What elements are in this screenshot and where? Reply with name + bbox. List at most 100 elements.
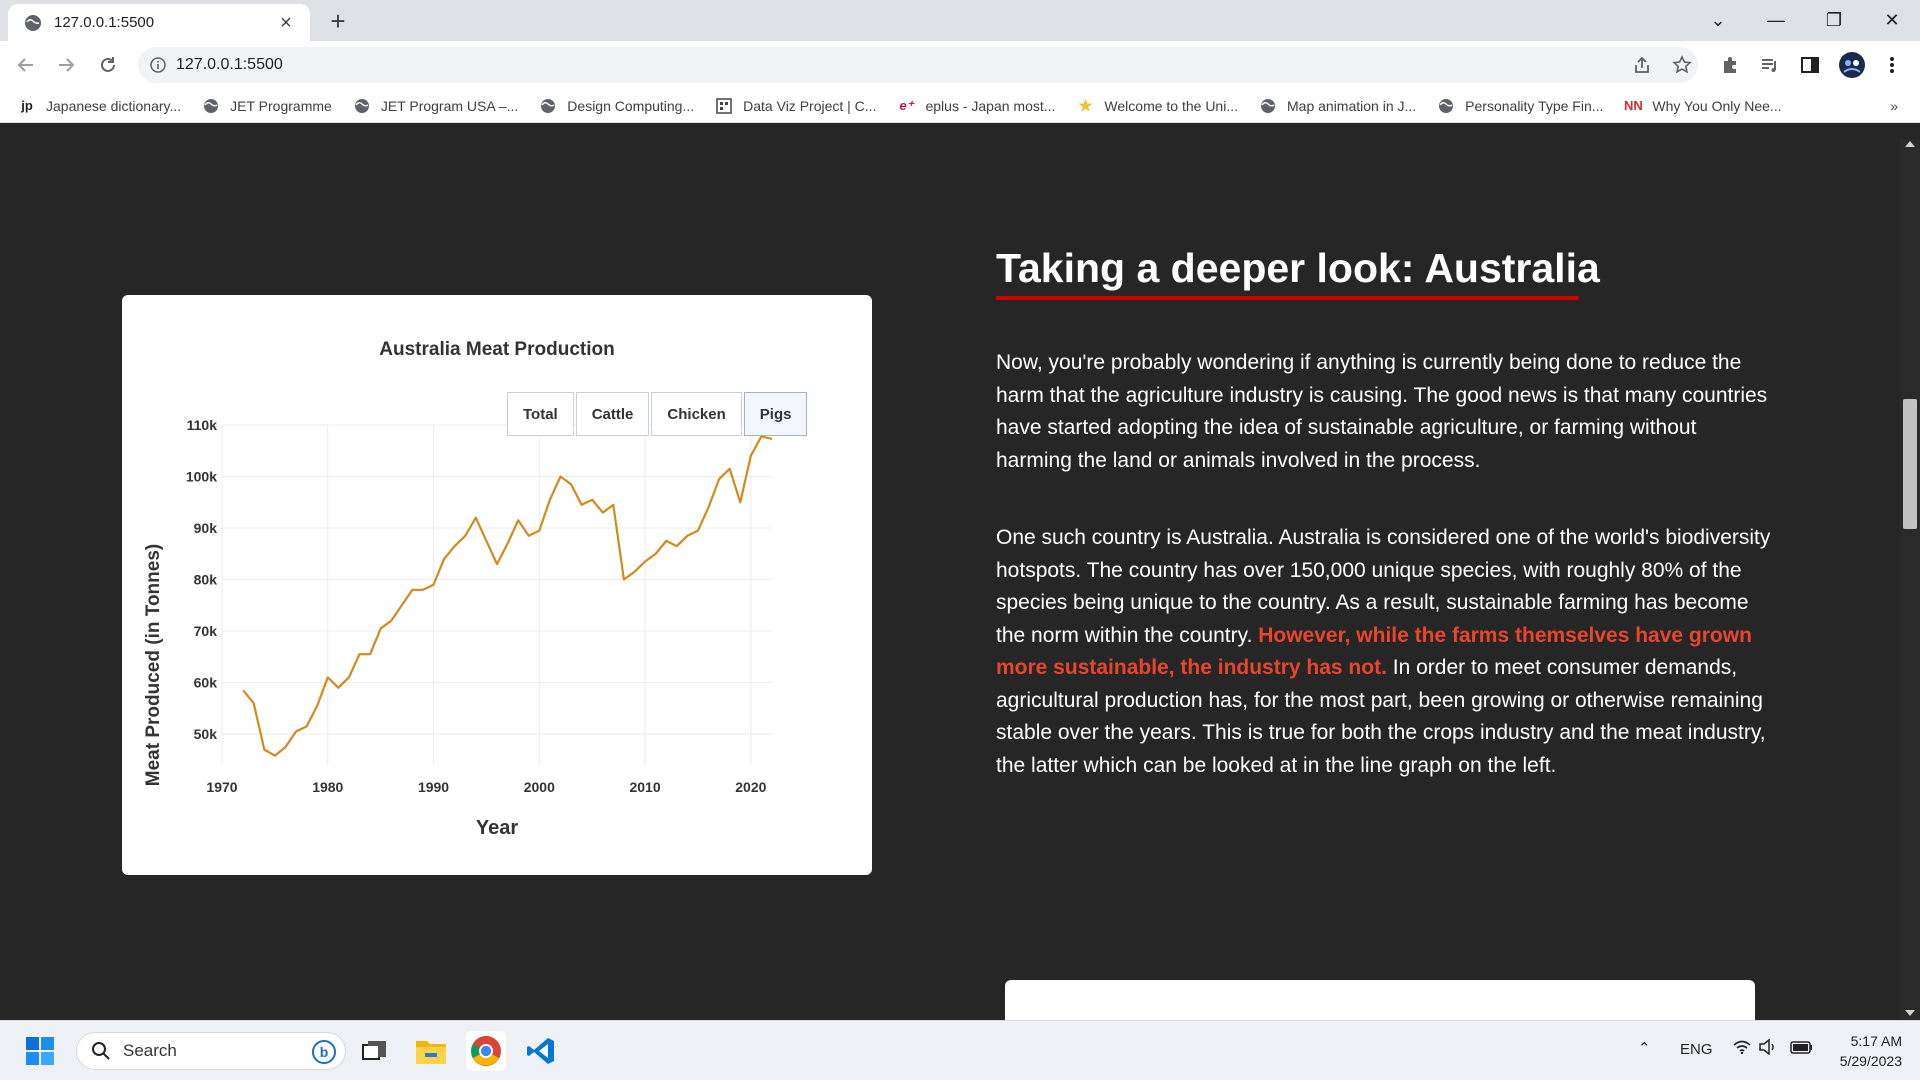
vscode-icon[interactable] [521, 1031, 561, 1071]
globe-icon [353, 97, 371, 115]
clock-time: 5:17 AM [1850, 1033, 1902, 1049]
clock-date: 5/29/2023 [1839, 1053, 1902, 1069]
reload-icon[interactable] [92, 49, 124, 81]
bookmark-label: JET Programme [230, 97, 332, 114]
svg-text:b: b [320, 1044, 329, 1060]
globe-icon [202, 97, 220, 115]
y-tick-label: 50k [194, 726, 218, 742]
y-tick-label: 100k [186, 469, 217, 485]
scrollbar-thumb[interactable] [1903, 399, 1917, 529]
task-view-icon[interactable] [354, 1031, 394, 1071]
bookmark-label: Japanese dictionary... [46, 97, 182, 114]
bookmark-item[interactable]: e⁺ eplus - Japan most... [897, 97, 1055, 115]
bookmark-label: Map animation in J... [1287, 97, 1417, 114]
paragraph-intro: Now, you're probably wondering if anythi… [996, 351, 1768, 472]
bookmark-item[interactable]: Personality Type Fin... [1437, 97, 1603, 115]
bookmark-item[interactable]: NN Why You Only Nee... [1624, 97, 1782, 115]
tab-strip: 127.0.0.1:5500 × + ⌄ — ❐ ✕ [0, 0, 1920, 41]
media-queue-icon[interactable] [1756, 51, 1784, 79]
next-chart-card [1005, 980, 1755, 1020]
tab-title: 127.0.0.1:5500 [54, 14, 155, 31]
star-icon: ★ [1078, 97, 1093, 115]
bookmark-item[interactable]: JET Program USA –... [353, 97, 518, 115]
x-axis-label: Year [476, 817, 518, 839]
series-button-group: Total Cattle Chicken Pigs [507, 392, 809, 436]
jp-icon: jp [21, 98, 33, 113]
minimize-button[interactable]: — [1748, 0, 1804, 41]
info-icon[interactable] [150, 57, 166, 73]
section-heading: Taking a deeper look: Australia [996, 245, 1600, 291]
globe-icon [25, 14, 41, 31]
series-button-cattle[interactable]: Cattle [575, 392, 650, 436]
globe-icon [1437, 97, 1455, 115]
tab-search-chevron-down-icon[interactable]: ⌄ [1690, 0, 1746, 41]
heading-underline [996, 296, 1579, 300]
browser-tab[interactable]: 127.0.0.1:5500 × [8, 4, 310, 41]
series-button-chicken[interactable]: Chicken [651, 392, 742, 436]
globe-icon [539, 97, 557, 115]
bookmark-item[interactable]: Map animation in J... [1259, 97, 1416, 115]
chrome-icon[interactable] [466, 1031, 506, 1071]
windows-start-icon[interactable] [20, 1031, 60, 1071]
more-menu-icon[interactable] [1878, 51, 1906, 79]
x-tick-label: 2010 [629, 779, 660, 795]
bookmark-label: Data Viz Project | C... [743, 97, 877, 114]
extensions-puzzle-icon[interactable] [1716, 51, 1744, 79]
nn-icon: NN [1624, 98, 1643, 113]
new-tab-button[interactable]: + [322, 6, 354, 38]
bookmark-label: eplus - Japan most... [925, 97, 1056, 114]
line-chart: Australia Meat Production Year Meat Prod… [143, 339, 773, 839]
paragraph-australia: One such country is Australia. Australia… [996, 522, 1776, 782]
windows-taskbar: Search b ⌃ ENG 5:17 AM 5/29/2023 [0, 1020, 1920, 1080]
scroll-down-icon[interactable] [1905, 1010, 1915, 1016]
bookmark-label: Welcome to the Uni... [1104, 97, 1238, 114]
language-indicator[interactable]: ENG [1680, 1041, 1713, 1058]
scroll-up-icon[interactable] [1905, 141, 1915, 147]
bookmark-item[interactable]: ★ Welcome to the Uni... [1076, 97, 1238, 115]
series-button-pigs[interactable]: Pigs [743, 392, 808, 436]
chart-card: Australia Meat Production Year Meat Prod… [122, 295, 872, 875]
x-tick-label: 1980 [312, 779, 343, 795]
share-icon[interactable] [1628, 51, 1656, 79]
side-panel-icon[interactable] [1796, 51, 1824, 79]
bookmarks-bar: jp Japanese dictionary... JET Programme JET… [0, 89, 1920, 123]
close-icon[interactable]: × [274, 11, 298, 35]
tray-chevron-up-icon[interactable]: ⌃ [1638, 1039, 1651, 1057]
page-scrollbar[interactable] [1900, 139, 1920, 1020]
series-button-total[interactable]: Total [507, 392, 574, 436]
bookmark-star-icon[interactable] [1668, 51, 1696, 79]
y-tick-label: 80k [194, 572, 218, 588]
search-placeholder: Search [123, 1041, 177, 1060]
x-tick-label: 2000 [524, 779, 555, 795]
forward-arrow-icon[interactable] [50, 49, 82, 81]
url-text: 127.0.0.1:5500 [176, 56, 283, 73]
y-tick-label: 110k [187, 417, 218, 433]
x-tick-label: 1990 [418, 779, 449, 795]
search-icon [92, 1042, 110, 1060]
system-clock[interactable]: 5:17 AM 5/29/2023 [1840, 1031, 1902, 1071]
eplus-icon: e⁺ [899, 97, 914, 113]
chart-title: Australia Meat Production [379, 339, 614, 360]
window-close-button[interactable]: ✕ [1864, 0, 1920, 41]
bookmark-item[interactable]: jp Japanese dictionary... [18, 97, 181, 115]
file-explorer-icon[interactable] [411, 1031, 451, 1071]
taskbar-search-input[interactable]: Search b [76, 1032, 346, 1070]
x-tick-label: 1970 [206, 779, 237, 795]
bookmark-item[interactable]: Design Computing... [539, 97, 694, 115]
wifi-icon[interactable] [1733, 1039, 1751, 1059]
bookmark-item[interactable]: JET Programme [202, 97, 332, 115]
restore-button[interactable]: ❐ [1806, 0, 1862, 41]
bookmark-item[interactable]: Data Viz Project | C... [715, 97, 876, 115]
profile-avatar[interactable] [1838, 51, 1866, 79]
bookmarks-overflow-icon[interactable]: » [1890, 98, 1898, 114]
page-content: Australia Meat Production Year Meat Prod… [0, 139, 1900, 1020]
battery-icon[interactable] [1790, 1039, 1814, 1059]
browser-toolbar: 127.0.0.1:5500 [0, 41, 1920, 89]
address-bar[interactable]: 127.0.0.1:5500 [138, 47, 1698, 83]
series-line [242, 435, 773, 757]
volume-icon[interactable] [1758, 1038, 1778, 1059]
bing-icon[interactable]: b [311, 1039, 337, 1065]
bookmark-label: Why You Only Nee... [1652, 97, 1782, 114]
y-tick-label: 90k [194, 520, 218, 536]
back-arrow-icon[interactable] [10, 49, 42, 81]
